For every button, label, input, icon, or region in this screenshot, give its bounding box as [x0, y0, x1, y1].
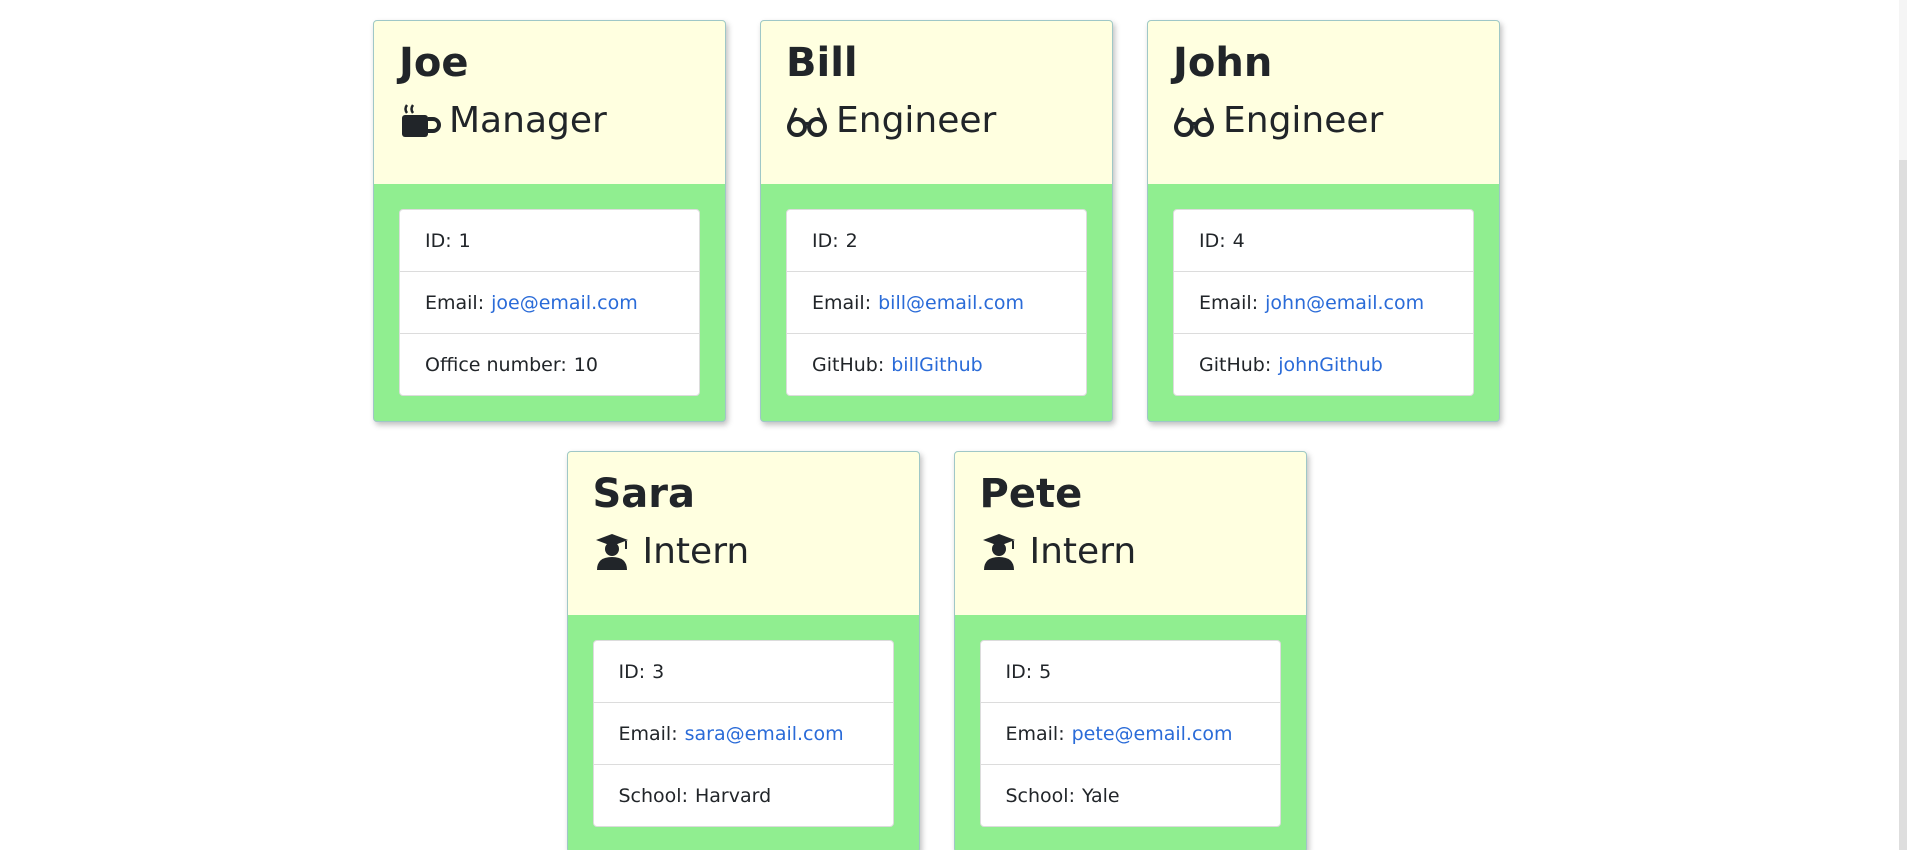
card-body: ID: 1 Email: joe@email.com Office number… [374, 184, 725, 421]
team-row-2: Sara Intern ID: 3 Email: sara@email.com … [0, 451, 1907, 850]
school-value: Harvard [694, 784, 772, 807]
id-item: ID: 4 [1174, 210, 1473, 271]
school-value: Yale [1081, 784, 1120, 807]
glasses-icon [787, 107, 827, 137]
email-link[interactable]: sara@email.com [685, 723, 844, 745]
card-body: ID: 2 Email: bill@email.com GitHub: bill… [761, 184, 1112, 421]
employee-details-list: ID: 2 Email: bill@email.com GitHub: bill… [786, 209, 1087, 396]
email-link[interactable]: bill@email.com [878, 292, 1024, 314]
employee-role: Manager [399, 99, 700, 143]
employee-role: Intern [980, 530, 1281, 574]
id-label: ID: [1199, 229, 1226, 252]
id-label: ID: [812, 229, 839, 252]
email-link[interactable]: joe@email.com [491, 292, 638, 314]
school-item: School: Harvard [593, 764, 893, 826]
school-label: School: [618, 784, 688, 807]
scrollbar-thumb[interactable] [1899, 160, 1907, 850]
email-label: Email: [1199, 291, 1259, 314]
employee-card: Joe Manager ID: 1 Email: joe@email.com O… [373, 20, 726, 422]
role-label: Intern [642, 531, 750, 572]
github-link[interactable]: johnGithub [1278, 354, 1383, 376]
card-body: ID: 3 Email: sara@email.com School: Harv… [568, 615, 919, 850]
coffee-icon [402, 104, 441, 137]
email-item: Email: sara@email.com [593, 702, 893, 764]
graduate-icon [982, 534, 1015, 570]
graduate-icon [595, 534, 628, 570]
card-header: Pete Intern [954, 452, 1306, 615]
office-number-value: 10 [573, 353, 598, 376]
employee-details-list: ID: 4 Email: john@email.com GitHub: john… [1173, 209, 1474, 396]
employee-role: Intern [593, 530, 894, 574]
id-item: ID: 5 [981, 641, 1280, 702]
employee-role: Engineer [1173, 99, 1474, 143]
id-label: ID: [425, 229, 452, 252]
employee-name: Bill [786, 40, 858, 86]
card-body: ID: 4 Email: john@email.com GitHub: john… [1148, 184, 1499, 421]
github-item: GitHub: johnGithub [1174, 333, 1473, 395]
employee-name: John [1173, 40, 1273, 86]
id-label: ID: [618, 660, 646, 683]
id-value: 4 [1232, 229, 1245, 252]
id-value: 1 [458, 229, 471, 252]
id-value: 2 [845, 229, 858, 252]
team-page: Joe Manager ID: 1 Email: joe@email.com O… [0, 0, 1907, 850]
id-value: 3 [652, 660, 665, 683]
email-item: Email: joe@email.com [400, 271, 699, 333]
card-header: John Engineer [1148, 21, 1499, 184]
role-label: Intern [1029, 531, 1137, 572]
glasses-icon [1174, 107, 1214, 137]
email-link[interactable]: pete@email.com [1072, 723, 1233, 745]
employee-details-list: ID: 5 Email: pete@email.com School: Yale [979, 640, 1281, 827]
employee-card: Sara Intern ID: 3 Email: sara@email.com … [566, 451, 920, 850]
email-item: Email: john@email.com [1174, 271, 1473, 333]
role-label: Manager [449, 100, 607, 141]
id-label: ID: [1005, 660, 1033, 683]
employee-name: Sara [592, 471, 696, 517]
vertical-scrollbar[interactable] [1899, 0, 1907, 850]
email-label: Email: [425, 291, 485, 314]
id-item: ID: 3 [594, 641, 893, 702]
employee-details-list: ID: 3 Email: sara@email.com School: Harv… [592, 640, 894, 827]
role-label: Engineer [1223, 100, 1384, 141]
github-link[interactable]: billGithub [891, 354, 983, 376]
employee-name: Pete [979, 471, 1083, 517]
employee-card: Pete Intern ID: 5 Email: pete@email.com … [953, 451, 1307, 850]
email-item: Email: pete@email.com [980, 702, 1280, 764]
email-label: Email: [618, 722, 678, 745]
school-item: School: Yale [980, 764, 1280, 826]
email-link[interactable]: john@email.com [1265, 292, 1424, 314]
card-header: Joe Manager [374, 21, 725, 184]
email-label: Email: [812, 291, 872, 314]
card-header: Sara Intern [567, 452, 919, 615]
github-item: GitHub: billGithub [787, 333, 1086, 395]
school-label: School: [1005, 784, 1075, 807]
id-item: ID: 2 [787, 210, 1086, 271]
team-row-1: Joe Manager ID: 1 Email: joe@email.com O… [0, 20, 1907, 422]
card-header: Bill Engineer [761, 21, 1112, 184]
employee-details-list: ID: 1 Email: joe@email.com Office number… [399, 209, 700, 396]
employee-card: John Engineer ID: 4 Email: john@email.co… [1147, 20, 1500, 422]
office-number-item: Office number: 10 [400, 333, 699, 395]
email-label: Email: [1005, 722, 1065, 745]
employee-role: Engineer [786, 99, 1087, 143]
employee-name: Joe [399, 40, 469, 86]
office-number-label: Office number: [425, 353, 567, 376]
github-label: GitHub: [1199, 353, 1272, 376]
id-item: ID: 1 [400, 210, 699, 271]
role-label: Engineer [836, 100, 997, 141]
employee-card: Bill Engineer ID: 2 Email: bill@email.co… [760, 20, 1113, 422]
id-value: 5 [1039, 660, 1052, 683]
email-item: Email: bill@email.com [787, 271, 1086, 333]
card-body: ID: 5 Email: pete@email.com School: Yale [955, 615, 1306, 850]
github-label: GitHub: [812, 353, 885, 376]
